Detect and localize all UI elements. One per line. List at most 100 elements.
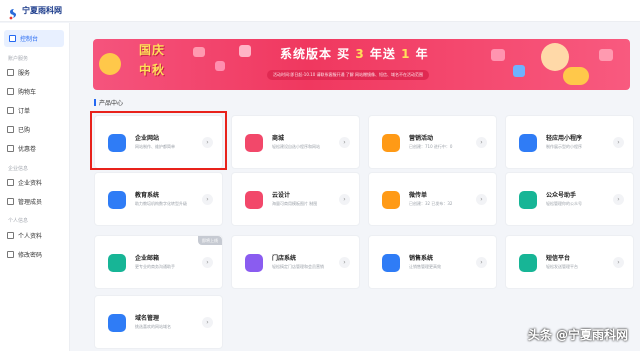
- chevron-right-icon[interactable]: ›: [613, 137, 624, 148]
- sidebar-item-label: 个人资料: [18, 232, 43, 240]
- sidebar-item-purchased[interactable]: 已购: [7, 124, 30, 134]
- product-name: 域名管理: [135, 315, 160, 322]
- sidebar-item-label: 已购: [18, 126, 31, 134]
- top-bar: 宁夏雨科网: [0, 0, 640, 22]
- sidebar-item-services[interactable]: 服务: [7, 67, 30, 77]
- chevron-right-icon[interactable]: ›: [476, 194, 487, 205]
- sidebar-item-label: 订单: [18, 107, 31, 115]
- product-card-domain[interactable]: 域名管理 挑选喜欢的网站域名 ›: [94, 295, 223, 349]
- store-icon: [245, 254, 263, 272]
- product-name: 商城: [272, 135, 285, 142]
- coupon-icon: [7, 144, 14, 152]
- members-icon: [7, 197, 14, 205]
- product-card-store[interactable]: 门店系统 轻松搞定门店管理和会员营销 ›: [231, 235, 360, 289]
- product-name: 微传单: [409, 192, 428, 199]
- product-name: 轻应用小程序: [546, 135, 583, 142]
- sidebar-item-label: 企业资料: [18, 179, 43, 187]
- chevron-right-icon[interactable]: ›: [339, 257, 350, 268]
- sidebar-item-coupons[interactable]: 优惠卷: [7, 143, 36, 153]
- sidebar-item-label: 服务: [18, 69, 31, 77]
- chevron-right-icon[interactable]: ›: [613, 194, 624, 205]
- lock-icon: [7, 250, 14, 258]
- banner-subtitle: 活动时间:即日起-10.10 请联系客服开通 了解 网站赠镜像、短信、域名不在活…: [267, 70, 430, 80]
- product-card-marketing[interactable]: 营销活动 已创建：710 进行中：0 ›: [368, 115, 497, 169]
- product-name: 短信平台: [546, 255, 571, 262]
- sidebar-item-cart[interactable]: 购物车: [7, 86, 36, 96]
- headline-text: 年送: [369, 47, 396, 61]
- promo-banner[interactable]: 国庆 中秋 系统版本 买 3 年送 1 年 活动时间:即日起-10.10 请联系…: [93, 39, 630, 90]
- product-desc: 让销售管理更高效: [409, 264, 441, 269]
- product-card-sms[interactable]: 短信平台 轻松发送管理平台 ›: [505, 235, 634, 289]
- banner-headline: 系统版本 买 3 年送 1 年: [280, 45, 429, 62]
- flyer-icon: [382, 191, 400, 209]
- sidebar-item-label: 修改密码: [18, 251, 43, 259]
- headline-text: 系统版本 买: [280, 47, 351, 61]
- product-card-education[interactable]: 教育系统 助力教培机构数字化转型升级 ›: [94, 172, 223, 226]
- product-card-miniapp[interactable]: 轻应用小程序 制作展示型的小程序 ›: [505, 115, 634, 169]
- product-desc: 助力教培机构数字化转型升级: [135, 201, 187, 206]
- chevron-right-icon[interactable]: ›: [613, 257, 624, 268]
- highlight-box: [90, 111, 227, 170]
- chevron-right-icon[interactable]: ›: [476, 137, 487, 148]
- chevron-right-icon[interactable]: ›: [476, 257, 487, 268]
- section-header: 产品中心: [94, 98, 123, 107]
- product-card-email[interactable]: 即将上线 企业邮箱 更专业的商务沟通助手 ›: [94, 235, 223, 289]
- sidebar-item-company-info[interactable]: 企业资料: [7, 177, 42, 187]
- sidebar-item-password[interactable]: 修改密码: [7, 249, 42, 259]
- product-card-official-account[interactable]: 公众号助手 轻松管理你的公众号 ›: [505, 172, 634, 226]
- product-card-cloud-design[interactable]: 云设计 海量可商用模板图片 制图 ›: [231, 172, 360, 226]
- chevron-right-icon[interactable]: ›: [202, 257, 213, 268]
- sidebar: 控制台 账户服务 服务 购物车 订单 已购 优惠卷 企业信息 企业资料 管理成员…: [0, 23, 70, 351]
- banner-title: 中秋: [139, 63, 166, 77]
- shop-icon: [245, 134, 263, 152]
- product-desc: 轻松发送管理平台: [546, 264, 578, 269]
- product-desc: 更专业的商务沟通助手: [135, 264, 175, 269]
- sidebar-item-orders[interactable]: 订单: [7, 105, 30, 115]
- coming-soon-badge: 即将上线: [198, 236, 222, 245]
- sidebar-item-profile[interactable]: 个人资料: [7, 230, 42, 240]
- miniapp-icon: [519, 134, 537, 152]
- purchased-icon: [7, 125, 14, 133]
- product-name: 门店系统: [272, 255, 297, 262]
- gift-icon: [215, 61, 225, 71]
- product-card-sales[interactable]: 销售系统 让销售管理更高效 ›: [368, 235, 497, 289]
- product-desc: 已创建：710 进行中：0: [409, 144, 453, 149]
- lantern-icon: [99, 53, 121, 75]
- gift-icon: [193, 47, 205, 57]
- moon-icon: [563, 67, 589, 85]
- brand-logo-icon[interactable]: [8, 5, 19, 19]
- product-name: 销售系统: [409, 255, 434, 262]
- sidebar-item-dashboard[interactable]: 控制台: [4, 30, 64, 47]
- sidebar-item-members[interactable]: 管理成员: [7, 196, 42, 206]
- brand-name[interactable]: 宁夏雨科网: [22, 5, 62, 16]
- wechat-icon: [519, 191, 537, 209]
- product-desc: 轻松建设自选小程序和网站: [272, 144, 320, 149]
- product-card-flyer[interactable]: 微传单 已创建：32 已发布：32 ›: [368, 172, 497, 226]
- section-title: 产品中心: [99, 100, 124, 107]
- chevron-right-icon[interactable]: ›: [202, 317, 213, 328]
- headline-number: 1: [401, 47, 411, 61]
- message-icon: [519, 254, 537, 272]
- sidebar-item-label: 管理成员: [18, 198, 43, 206]
- product-desc: 海量可商用模板图片 制图: [272, 201, 318, 206]
- mail-icon: [108, 254, 126, 272]
- product-name: 企业邮箱: [135, 255, 160, 262]
- shopping-bag-icon: [491, 49, 505, 61]
- gift-icon: [599, 49, 613, 61]
- chevron-right-icon[interactable]: ›: [339, 137, 350, 148]
- order-icon: [7, 106, 14, 114]
- sidebar-group-title: 企业信息: [8, 166, 29, 172]
- chevron-right-icon[interactable]: ›: [339, 194, 350, 205]
- user-icon: [7, 231, 14, 239]
- product-name: 教育系统: [135, 192, 160, 199]
- calendar-icon: [382, 134, 400, 152]
- product-name: 营销活动: [409, 135, 434, 142]
- services-icon: [7, 68, 14, 76]
- image-icon: [245, 191, 263, 209]
- banner-title: 国庆: [139, 43, 166, 57]
- chevron-right-icon[interactable]: ›: [202, 194, 213, 205]
- watermark: 头条 @宁夏雨科网: [527, 328, 628, 342]
- domain-icon: [108, 314, 126, 332]
- product-name: 公众号助手: [546, 192, 577, 199]
- product-card-mall[interactable]: 商城 轻松建设自选小程序和网站 ›: [231, 115, 360, 169]
